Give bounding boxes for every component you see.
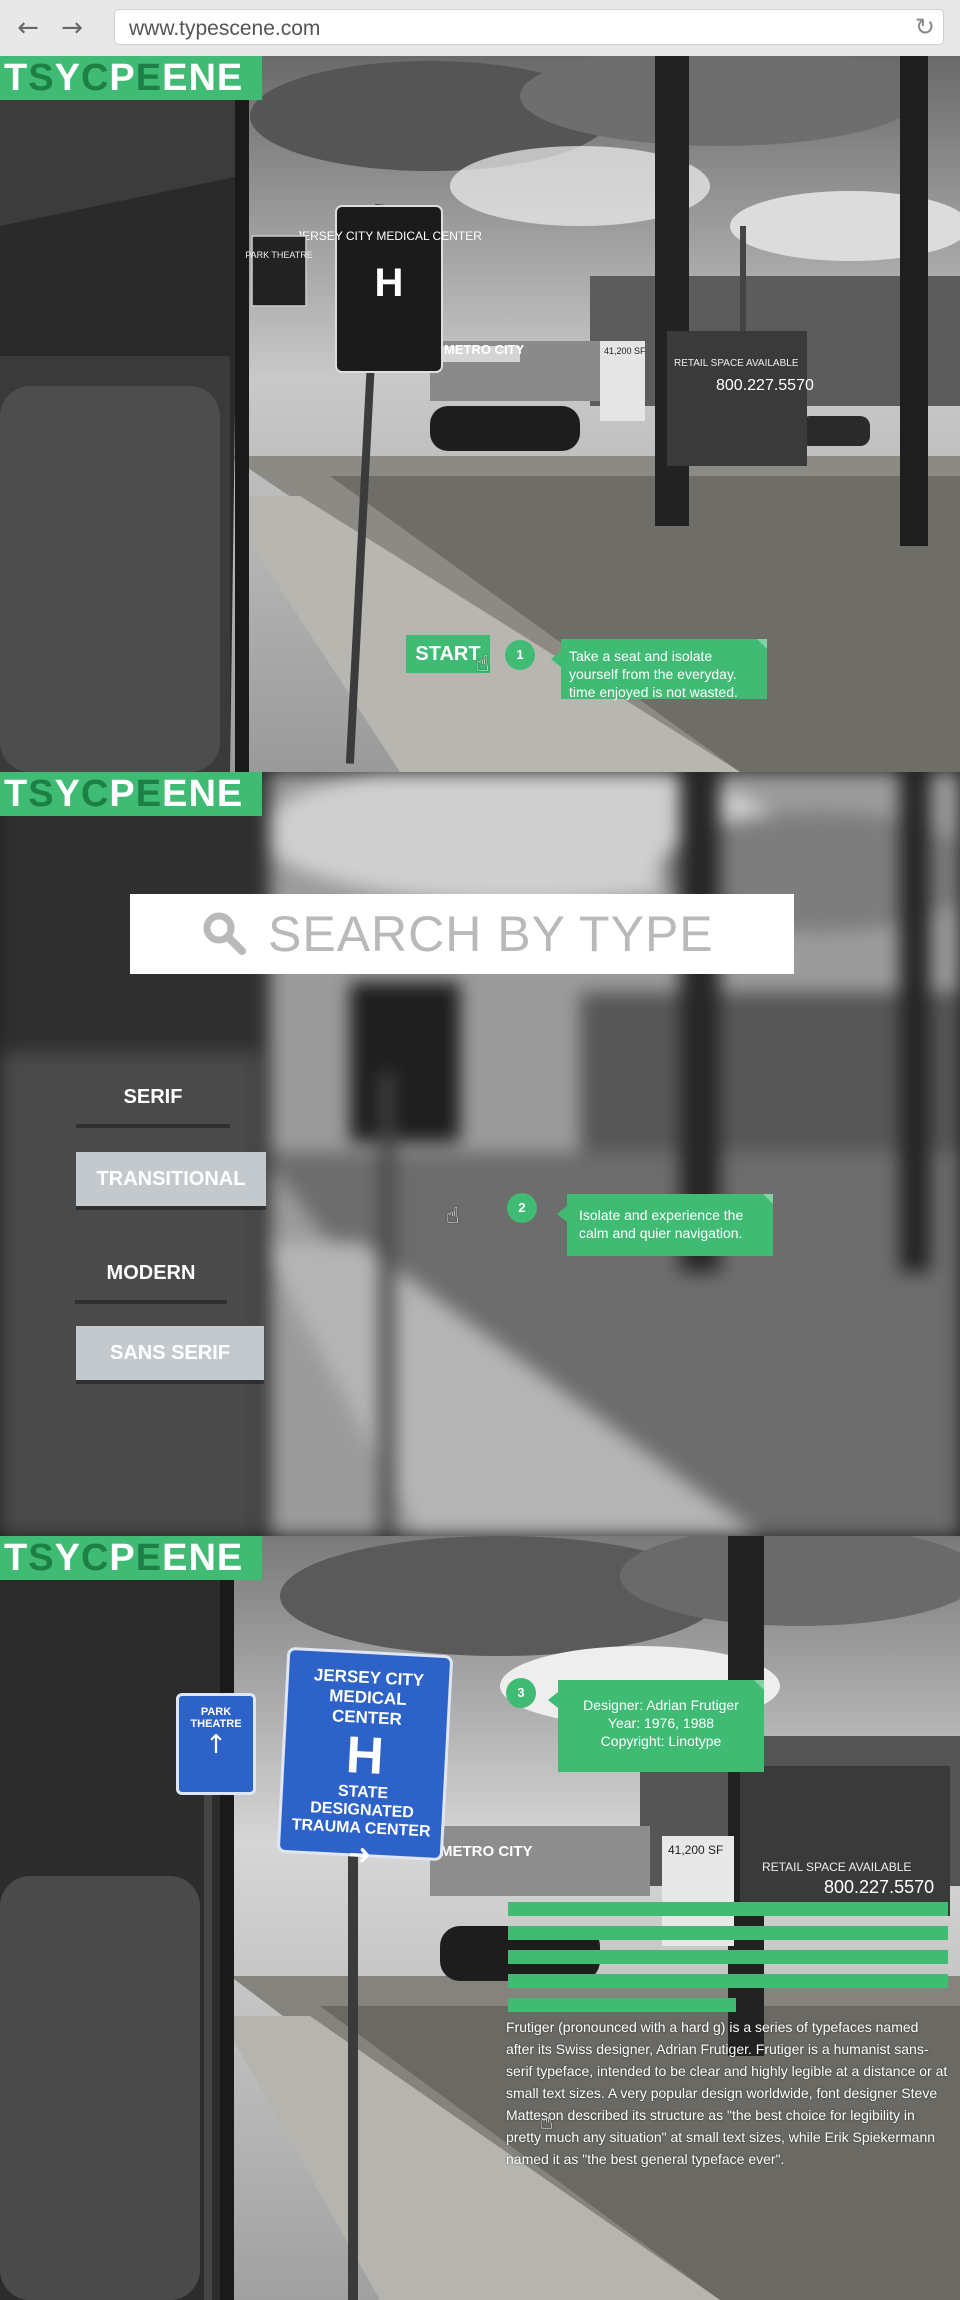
step-3-tooltip: Designer: Adrian Frutiger Year: 1976, 19… [548,1680,764,1772]
designer-line: Designer: Adrian Frutiger [583,1697,739,1713]
typescene-logo[interactable]: T S Y C P E E N E [0,772,262,816]
step-1-tooltip: Take a seat and isolate yourself from th… [551,639,767,700]
forward-arrow-icon[interactable]: → [58,14,86,42]
logo-letter: N [188,57,217,99]
hand-cursor-icon: ☝ [446,1204,460,1229]
logo-letter: S [28,773,55,815]
metro-city-text: METRO CITY [440,1843,533,1860]
serif-button[interactable]: SERIF [76,1070,230,1124]
highlight-bar [508,1950,948,1964]
highlight-bar [508,1926,948,1940]
back-arrow-icon[interactable]: ← [14,14,42,42]
street-scene-photo-highlight: RETAIL SPACE AVAILABLE 800.227.5570 41,2… [0,1536,960,2300]
sign-h-text: H [375,261,404,305]
billboard-phone-text: 800.227.5570 [716,377,814,394]
sign-sub-text: STATE DESIGNATED TRAUMA CENTER [291,1782,431,1841]
search-icon [203,912,246,955]
logo-letter: Y [54,57,81,99]
search-input[interactable]: SEARCH BY TYPE [130,894,794,974]
logo-letter: T [4,1537,29,1579]
year-line: Year: 1976, 1988 [607,1715,715,1731]
logo-letter: E [216,773,244,815]
theatre-sign-text: PARK THEATRE [245,250,313,260]
reload-icon[interactable]: ↻ [915,13,935,41]
typeface-description: Frutiger (pronounced with a hard g) is a… [506,2019,948,2167]
metro-city-text: METRO CITY [444,342,524,357]
up-arrow-icon: ↑ [205,1730,227,1760]
logo-letter: Y [54,1537,81,1579]
logo-letter: C [80,773,110,815]
logo-letter: S [28,1537,55,1579]
logo-letter: N [188,773,217,815]
typeface-detail-panel: RETAIL SPACE AVAILABLE 800.227.5570 41,2… [0,1536,960,2300]
logo-letter: C [80,1537,110,1579]
sans-serif-button[interactable]: SANS SERIF [76,1326,264,1380]
park-theatre-sign[interactable]: PARK THEATRE ↑ [176,1693,256,1795]
logo-letter: E [135,1537,163,1579]
logo-letter: P [109,1537,136,1579]
medical-center-sign[interactable]: JERSEY CITY MEDICAL CENTER H STATE DESIG… [276,1646,454,1871]
sign-title-text: JERSEY CITY MEDICAL CENTER [296,229,482,243]
highlight-bar [508,1902,948,1916]
hand-cursor-icon: ☝ [476,652,490,677]
copyright-line: Copyright: Linotype [600,1733,722,1749]
logo-letter: E [162,57,189,99]
step-2-marker: 2 [507,1193,537,1223]
search-placeholder: SEARCH BY TYPE [268,906,714,962]
logo-letter: N [188,1537,217,1579]
modern-button[interactable]: MODERN [75,1246,227,1300]
sf-sign-text: 41,200 SF [604,346,646,356]
step-2-tooltip: Isolate and experience the calm and quie… [557,1194,773,1256]
sign-h-text: H [344,1726,386,1786]
hero-panel: RETAIL SPACE AVAILABLE 800.227.5570 41,2… [0,56,960,772]
step-1-marker: 1 [505,640,535,670]
browser-toolbar: ← → www.typescene.com ↻ [0,0,960,57]
logo-letter: S [28,57,55,99]
hand-cursor-icon: ☝ [540,2110,554,2135]
logo-letter: E [216,57,244,99]
step-3-marker: 3 [506,1678,536,1708]
sign-title-text: JERSEY CITY MEDICAL CENTER [313,1665,425,1729]
sf-sign-text: 41,200 SF [668,1843,723,1857]
highlight-bar [508,1974,948,1988]
logo-letter: E [162,773,189,815]
logo-letter: P [109,773,136,815]
logo-letter: E [216,1537,244,1579]
billboard-retail-text: RETAIL SPACE AVAILABLE [674,358,799,369]
search-panel: T S Y C P E E N E SEARCH BY TYPE SERIF T… [0,772,960,1536]
typescene-logo[interactable]: T S Y C P E E N E [0,56,262,100]
logo-letter: C [80,57,110,99]
logo-letter: P [109,57,136,99]
highlight-bar [508,1998,736,2012]
billboard-retail-text: RETAIL SPACE AVAILABLE [762,1860,911,1874]
logo-letter: E [135,773,163,815]
park-theatre-sign-text: PARK THEATRE [190,1706,242,1730]
typescene-logo[interactable]: T S Y C P E E N E [0,1536,262,1580]
logo-letter: E [135,57,163,99]
url-text: www.typescene.com [129,17,321,40]
logo-letter: T [4,773,29,815]
address-bar[interactable]: www.typescene.com ↻ [114,9,944,45]
transitional-button[interactable]: TRANSITIONAL [76,1152,266,1206]
logo-letter: T [4,57,29,99]
logo-letter: Y [54,773,81,815]
billboard-phone-text: 800.227.5570 [824,1877,934,1897]
logo-letter: E [162,1537,189,1579]
